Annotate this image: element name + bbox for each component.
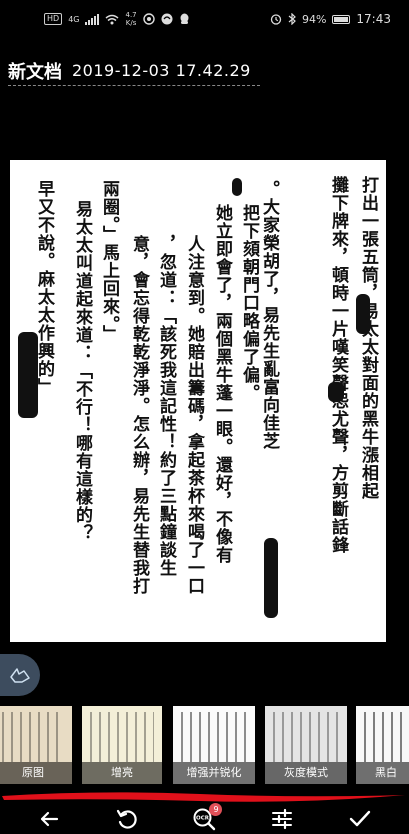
rotate-button[interactable]	[111, 805, 143, 833]
text-column: 意，會忘得乾乾淨淨。怎么辦，易先生替我打	[129, 235, 149, 595]
clock: 17:43	[356, 12, 391, 26]
bottom-toolbar: OCR 9	[0, 803, 409, 834]
rotate-icon	[116, 809, 137, 829]
filter-label: 灰度模式	[265, 762, 347, 784]
checkmark-icon	[349, 810, 371, 827]
svg-text:OCR: OCR	[197, 816, 211, 822]
document-title-bar[interactable]: 新文档 2019-12-03 17.42.29	[8, 58, 260, 86]
text-column: 她立即會了，兩個黑牛蓬一眼。還好，不像有	[212, 204, 232, 564]
wifi-icon	[106, 14, 119, 24]
status-left: HD 4G 4.7 K/s	[44, 11, 190, 27]
text-column: 兩圈。」馬上回來。」	[99, 180, 119, 343]
filter-label: 增强并锐化	[173, 762, 255, 784]
ink-blot	[232, 178, 242, 196]
text-column: 把下頦朝門口略偏了偏。	[239, 204, 259, 402]
text-column: 易太太叫道起來道：「不行！哪有這樣的？	[72, 200, 92, 542]
adjust-button[interactable]	[266, 805, 298, 833]
filter-label: 原图	[0, 762, 72, 784]
network-type: 4G	[68, 14, 80, 24]
filter-label: 黑白	[356, 762, 409, 784]
sliders-icon	[272, 808, 293, 830]
floating-assist-button[interactable]	[0, 654, 40, 696]
bluetooth-icon	[288, 13, 296, 25]
arrow-left-icon	[40, 811, 58, 827]
confirm-button[interactable]	[344, 805, 376, 833]
ocr-button[interactable]: OCR 9	[188, 803, 223, 833]
battery-fill	[334, 16, 348, 22]
filter-enhance-sharpen[interactable]: 增强并锐化	[173, 706, 255, 784]
text-column: 攤下牌來，頓時一片嘆笑聲怨尤聲，方剪斷話鋒	[328, 176, 348, 554]
back-button[interactable]	[33, 805, 65, 833]
battery-percent: 94%	[301, 12, 327, 26]
ink-blot	[264, 538, 278, 618]
hd-icon: HD	[44, 13, 63, 25]
document-name[interactable]: 新文档	[8, 58, 62, 84]
filter-strip[interactable]: 原图 增亮 增强并锐化 灰度模式 黑白	[0, 706, 409, 784]
ink-blot	[328, 382, 344, 402]
status-bar: HD 4G 4.7 K/s 94% 17:43	[0, 0, 409, 38]
text-column: ，忽道：「該死我這記性！約了三點鐘談生	[156, 235, 176, 577]
text-column: 打出一張五筒，易太太對面的黑牛漲相起	[358, 176, 378, 500]
hand-icon	[10, 668, 30, 683]
filter-label: 增亮	[82, 762, 162, 784]
ink-blot	[356, 294, 370, 334]
network-speed: 4.7 K/s	[125, 11, 137, 27]
filter-brighten[interactable]: 增亮	[82, 706, 162, 784]
ink-blot	[18, 332, 38, 418]
text-column: 人注意到。她賠出籌碼，拿起茶杯來喝了一口	[184, 235, 204, 595]
ocr-badge: 9	[209, 803, 223, 816]
alarm-icon	[270, 14, 282, 25]
battery-icon	[332, 14, 351, 24]
filter-grayscale[interactable]: 灰度模式	[265, 706, 347, 784]
filter-original[interactable]: 原图	[0, 706, 72, 784]
filter-black-white[interactable]: 黑白	[356, 706, 409, 784]
scanned-page[interactable]: 打出一張五筒，易太太對面的黑牛漲相起 攤下牌來，頓時一片嘆笑聲怨尤聲，方剪斷話鋒…	[10, 160, 386, 642]
app-icon	[161, 13, 173, 25]
qq-icon	[180, 13, 189, 24]
document-timestamp: 2019-12-03 17.42.29	[72, 61, 251, 80]
signal-icon	[85, 13, 100, 25]
notification-icon	[142, 13, 155, 25]
status-right: 94% 17:43	[270, 12, 391, 26]
